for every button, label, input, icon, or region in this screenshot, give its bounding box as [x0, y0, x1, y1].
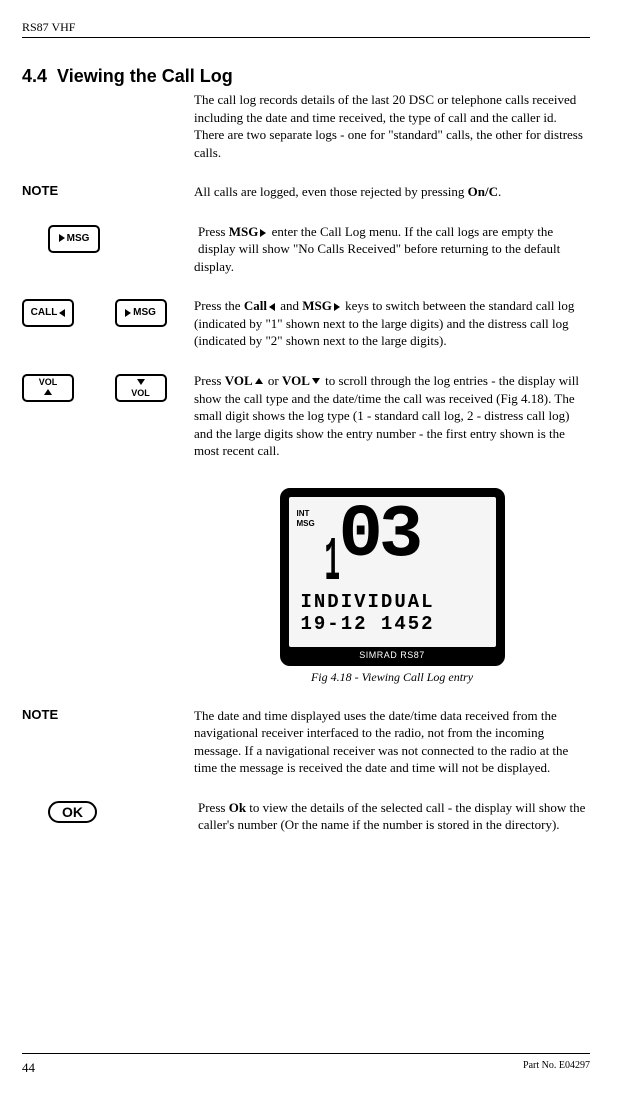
vol-paragraph: Press VOL or VOL to scroll through the l…	[194, 372, 590, 460]
msg-button[interactable]: MSG	[48, 225, 100, 253]
vol-up-button[interactable]: VOL	[22, 374, 74, 402]
lcd-figure: INT MSG 1 03 INDIVIDUAL 19-12 1452 SIMRA…	[280, 488, 505, 666]
callmsg-paragraph: Press the Call and MSG keys to switch be…	[194, 297, 590, 350]
right-arrow-icon	[260, 229, 266, 237]
section-heading: 4.4 Viewing the Call Log	[22, 66, 590, 87]
note1-text: All calls are logged, even those rejecte…	[194, 183, 590, 201]
up-arrow-icon	[44, 389, 52, 395]
down-arrow-icon	[312, 378, 320, 384]
lcd-line2: 19-12 1452	[301, 613, 435, 635]
right-arrow-icon	[125, 309, 131, 317]
vol-down-button[interactable]: VOL	[115, 374, 167, 402]
intro-paragraph: The call log records details of the last…	[194, 91, 590, 161]
msg-button[interactable]: MSG	[115, 299, 167, 327]
lcd-brand: SIMRAD RS87	[289, 647, 496, 663]
lcd-big-digits: 03	[339, 499, 420, 573]
right-arrow-icon	[59, 234, 65, 242]
down-arrow-icon	[137, 379, 145, 385]
left-arrow-icon	[59, 309, 65, 317]
up-arrow-icon	[255, 378, 263, 384]
ok-button[interactable]: OK	[48, 801, 97, 823]
note-label: NOTE	[22, 707, 172, 722]
lcd-flags: INT MSG	[297, 509, 315, 529]
page-number: 44	[22, 1060, 35, 1076]
note2-text: The date and time displayed uses the dat…	[194, 707, 590, 777]
msg-paragraph: Press MSG enter the Call Log menu. If th…	[194, 223, 590, 276]
figure-caption: Fig 4.18 - Viewing Call Log entry	[194, 670, 590, 685]
part-number: Part No. E04297	[523, 1060, 590, 1071]
lcd-line1: INDIVIDUAL	[301, 591, 435, 613]
footer-rule	[22, 1053, 590, 1054]
page: RS87 VHF 4.4 Viewing the Call Log The ca…	[0, 0, 620, 1094]
page-footer: 44 Part No. E04297	[22, 1053, 590, 1076]
section-title: Viewing the Call Log	[57, 66, 233, 86]
ok-paragraph: Press Ok to view the details of the sele…	[194, 799, 590, 834]
note-label: NOTE	[22, 183, 172, 198]
header-rule	[22, 37, 590, 38]
call-button[interactable]: CALL	[22, 299, 74, 327]
left-arrow-icon	[269, 303, 275, 311]
right-arrow-icon	[334, 303, 340, 311]
section-number: 4.4	[22, 66, 47, 86]
running-header: RS87 VHF	[22, 20, 590, 35]
